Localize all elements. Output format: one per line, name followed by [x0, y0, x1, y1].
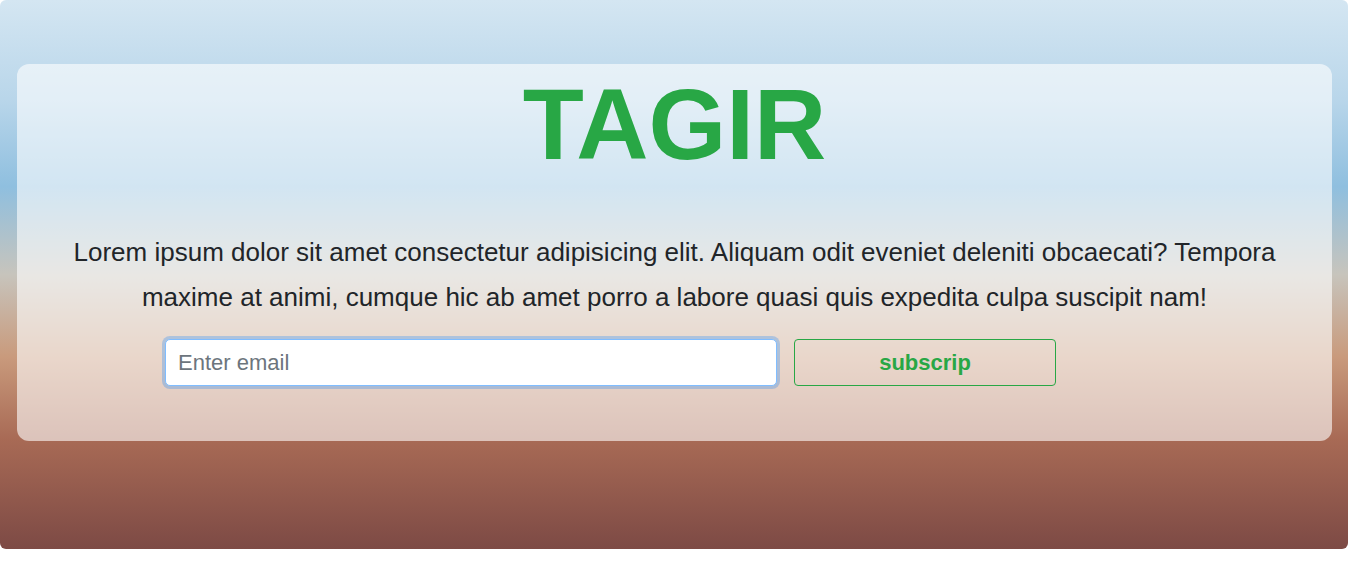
- email-input[interactable]: [165, 339, 777, 386]
- subscribe-button[interactable]: subscrip: [794, 339, 1056, 386]
- page: TAGIR Lorem ipsum dolor sit amet consecte…: [0, 0, 1356, 582]
- hero-card: TAGIR Lorem ipsum dolor sit amet consecte…: [17, 64, 1332, 441]
- hero-text: Lorem ipsum dolor sit amet consectetur a…: [37, 230, 1312, 320]
- subscribe-form: subscrip: [37, 339, 1312, 386]
- hero-title: TAGIR: [523, 64, 827, 184]
- hero-background: TAGIR Lorem ipsum dolor sit amet consecte…: [0, 0, 1348, 549]
